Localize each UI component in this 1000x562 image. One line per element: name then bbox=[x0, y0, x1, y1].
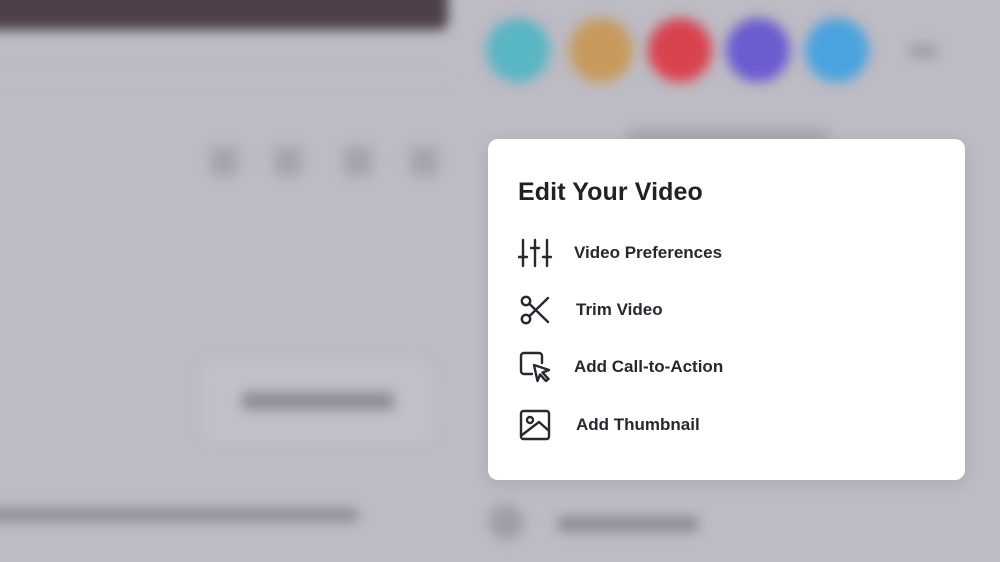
cursor-click-icon bbox=[506, 350, 564, 384]
avatar[interactable] bbox=[648, 18, 712, 82]
top-bar bbox=[0, 0, 448, 30]
menu-item-label: Trim Video bbox=[576, 300, 663, 319]
menu-item-video-preferences[interactable]: Video Preferences bbox=[506, 230, 946, 276]
menu-item-label: Add Thumbnail bbox=[576, 415, 700, 434]
menu-item-label: Video Preferences bbox=[574, 243, 723, 262]
edit-video-popup: Edit Your Video Video Preferences Trim V… bbox=[488, 139, 965, 480]
add-comment-label bbox=[242, 392, 394, 410]
clock-icon[interactable] bbox=[210, 146, 238, 176]
menu-item-add-thumbnail[interactable]: Add Thumbnail bbox=[506, 402, 946, 448]
more-icon[interactable] bbox=[908, 44, 938, 58]
sliders-icon bbox=[506, 238, 564, 268]
footer-label bbox=[558, 516, 698, 532]
footer-icon[interactable] bbox=[488, 504, 524, 540]
image-icon bbox=[506, 409, 564, 441]
download-icon[interactable] bbox=[344, 146, 372, 176]
menu-item-label: Add Call-to-Action bbox=[574, 357, 724, 376]
divider bbox=[0, 76, 450, 78]
avatar[interactable] bbox=[805, 18, 869, 82]
screen: Edit Your Video Video Preferences Trim V… bbox=[0, 0, 1000, 562]
scissors-icon bbox=[506, 294, 564, 326]
avatar[interactable] bbox=[726, 18, 790, 82]
copy-icon[interactable] bbox=[274, 146, 302, 176]
menu-item-trim-video[interactable]: Trim Video bbox=[506, 287, 946, 333]
delete-icon[interactable] bbox=[410, 146, 438, 176]
popup-title: Edit Your Video bbox=[518, 178, 703, 206]
avatar[interactable] bbox=[486, 18, 550, 82]
avatar[interactable] bbox=[569, 18, 633, 82]
description-text bbox=[0, 508, 358, 522]
menu-item-add-call-to-action[interactable]: Add Call-to-Action bbox=[506, 344, 946, 390]
